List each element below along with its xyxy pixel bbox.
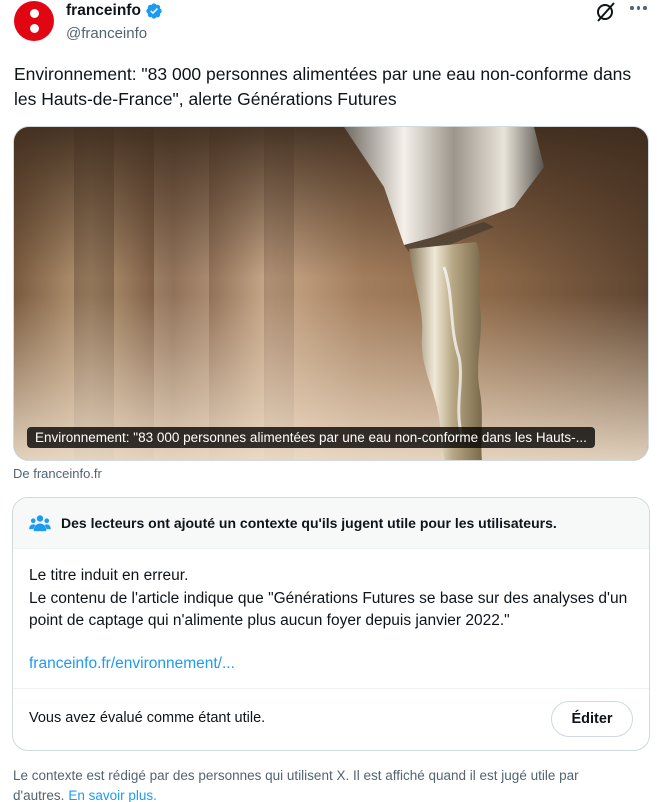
people-icon <box>29 515 51 532</box>
community-note-body: Le titre induit en erreur. Le contenu de… <box>29 565 639 633</box>
tweet-text: Environnement: "83 000 personnes aliment… <box>14 64 632 109</box>
edit-rating-button[interactable]: Éditer <box>551 701 633 737</box>
community-note-source-link[interactable]: franceinfo.fr/environnement/... <box>29 655 235 673</box>
avatar-dot-top <box>29 9 39 18</box>
avatar[interactable] <box>14 1 54 41</box>
community-note-header: Des lecteurs ont ajouté un contexte qu'i… <box>13 498 649 549</box>
water-tap-photo <box>14 127 648 460</box>
author-name[interactable]: franceinfo <box>66 2 141 20</box>
link-card-image[interactable]: Environnement: "83 000 personnes aliment… <box>13 126 649 461</box>
rating-status: Vous avez évalué comme étant utile. <box>29 710 266 726</box>
learn-more-link[interactable]: En savoir plus. <box>68 788 157 802</box>
avatar-dot-bottom <box>29 24 39 33</box>
community-note-line-2: Le contenu de l'article indique que "Gén… <box>29 589 628 630</box>
link-source[interactable]: De franceinfo.fr <box>13 466 102 481</box>
divider <box>13 688 649 689</box>
community-note-line-1: Le titre induit en erreur. <box>29 567 189 584</box>
community-note: Des lecteurs ont ajouté un contexte qu'i… <box>12 497 650 751</box>
community-note-title: Des lecteurs ont ajouté un contexte qu'i… <box>61 515 557 531</box>
link-card-caption: Environnement: "83 000 personnes aliment… <box>27 427 595 448</box>
verified-badge-icon <box>146 3 162 19</box>
community-note-footer: Le contexte est rédigé par des personnes… <box>13 766 643 802</box>
tweet-header: franceinfo @franceinfo <box>14 0 647 48</box>
grok-icon[interactable] <box>594 0 618 24</box>
author-name-row: franceinfo <box>66 2 163 20</box>
more-options-icon[interactable] <box>630 6 650 16</box>
author-handle[interactable]: @franceinfo <box>66 25 147 42</box>
